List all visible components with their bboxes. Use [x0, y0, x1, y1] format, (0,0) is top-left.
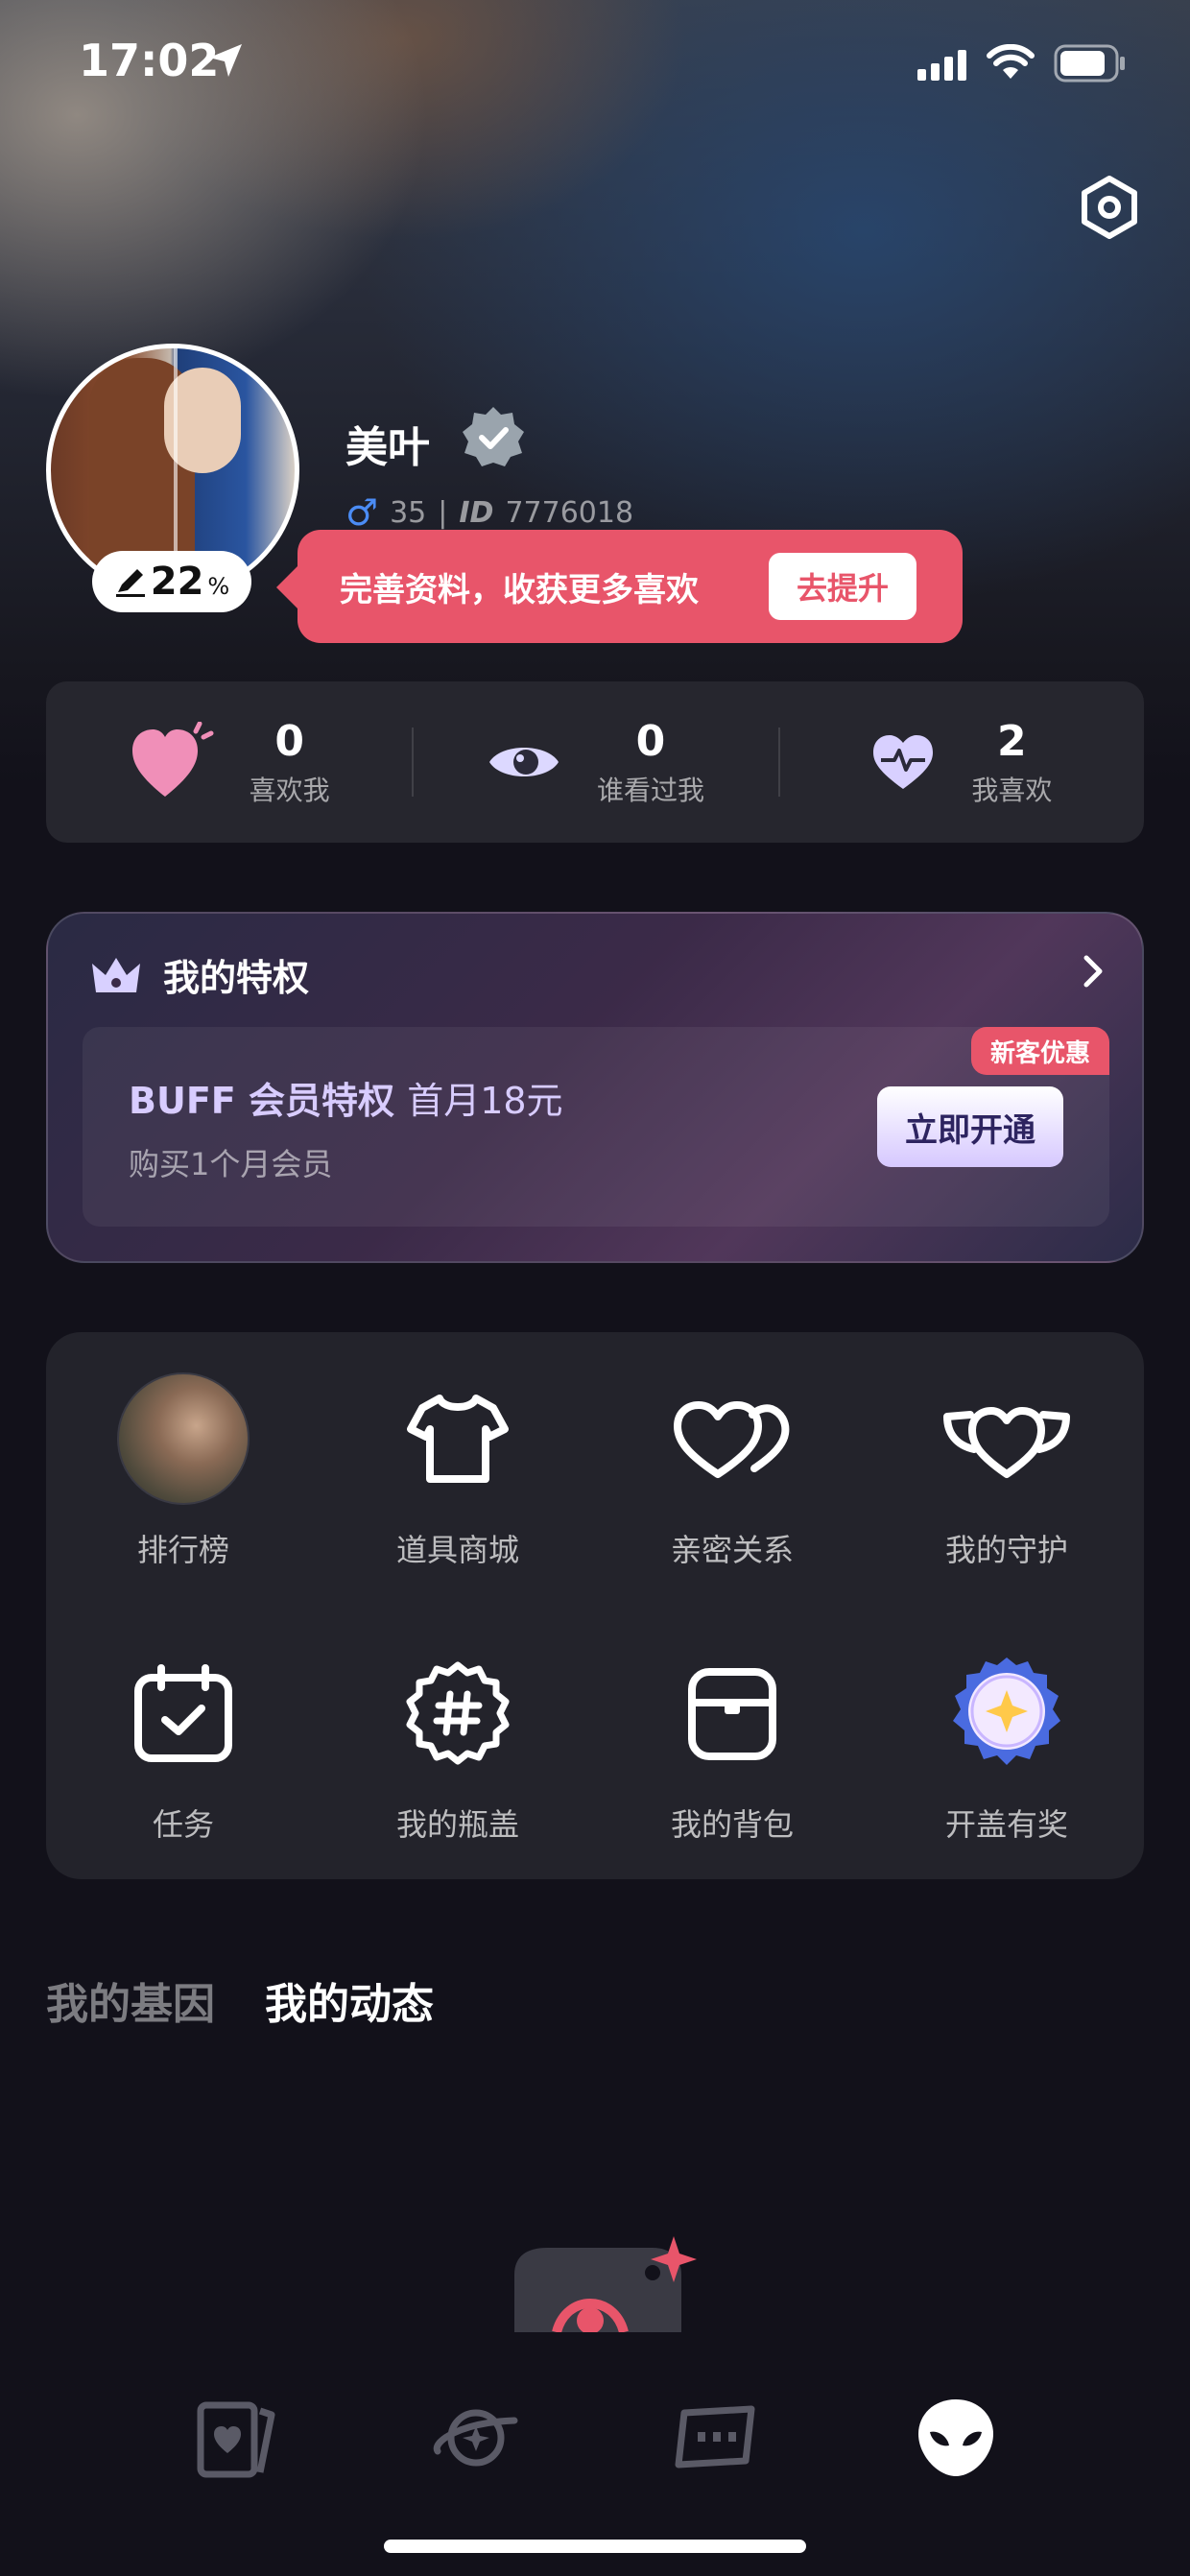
status-time: 17:02	[79, 35, 220, 86]
grid-label: 排行榜	[136, 1532, 229, 1568]
wifi-icon	[987, 44, 1035, 79]
grid-item-tasks[interactable]: 任务	[46, 1641, 321, 1845]
nav-cards[interactable]	[188, 2390, 284, 2486]
completion-value: 22	[150, 560, 204, 604]
vip-name: BUFF 会员特权	[129, 1080, 394, 1122]
battery-icon	[1054, 44, 1125, 83]
improve-button[interactable]: 去提升	[769, 553, 916, 620]
meta-separator: |	[438, 495, 448, 530]
tab-my-genes[interactable]: 我的基因	[46, 1969, 215, 2031]
male-gender-icon: ♂	[345, 491, 379, 534]
status-bar: 17:02	[0, 0, 1190, 134]
vip-subtitle: 购买1个月会员	[129, 1146, 333, 1182]
chevron-right-icon[interactable]	[1079, 952, 1107, 990]
profile-tabs: 我的基因 我的动态	[46, 1969, 434, 2031]
stat-count: 0	[635, 716, 666, 766]
alien-icon	[918, 2399, 993, 2476]
grid-item-intimacy[interactable]: 亲密关系	[595, 1367, 869, 1570]
grid-label: 我的瓶盖	[395, 1806, 519, 1843]
tip-text: 完善资料，收获更多喜欢	[340, 570, 699, 609]
nav-messages[interactable]	[668, 2390, 764, 2486]
grid-label: 道具商城	[395, 1532, 519, 1568]
grid-label: 开盖有奖	[944, 1806, 1068, 1843]
age: 35	[390, 495, 427, 530]
crown-icon	[92, 957, 140, 992]
stat-count: 0	[274, 716, 304, 766]
settings-icon[interactable]	[1075, 173, 1144, 242]
bottle-cap-icon	[406, 1661, 510, 1765]
grid-label: 任务	[152, 1806, 214, 1843]
privilege-card[interactable]: 我的特权 BUFF 会员特权 首月18元 购买1个月会员 立即开通 新客优惠	[46, 912, 1144, 1263]
complete-profile-tip[interactable]: 完善资料，收获更多喜欢 去提升	[276, 530, 963, 643]
ranking-photo	[117, 1372, 250, 1505]
user-id: 7776018	[505, 495, 634, 530]
stat-i-liked[interactable]: 2 我喜欢	[777, 681, 1144, 843]
cards-icon	[197, 2401, 275, 2478]
id-label: ID	[459, 495, 494, 530]
stat-viewed-me[interactable]: 0 谁看过我	[412, 681, 777, 843]
guard-heart-icon	[943, 1407, 1070, 1478]
backpack-icon	[688, 1668, 776, 1760]
grid-label: 我的守护	[944, 1532, 1068, 1568]
completion-unit: %	[207, 573, 230, 600]
feature-grid: 排行榜 道具商城 亲密关系 我的守护 任务 我的瓶盖 我的背包 开盖有奖	[46, 1332, 1144, 1879]
heart-icon	[131, 722, 214, 797]
grid-item-shop[interactable]: 道具商城	[321, 1367, 595, 1570]
grid-item-bottle-caps[interactable]: 我的瓶盖	[321, 1641, 595, 1845]
grid-item-guard[interactable]: 我的守护	[869, 1367, 1144, 1570]
double-heart-icon	[674, 1401, 790, 1478]
grid-item-backpack[interactable]: 我的背包	[595, 1641, 869, 1845]
stat-label: 谁看过我	[596, 774, 704, 806]
stat-count: 2	[997, 716, 1027, 766]
vip-price: 首月18元	[407, 1080, 563, 1122]
location-arrow-icon	[209, 44, 242, 77]
bottom-navigation	[0, 2332, 1190, 2576]
profile-meta: ♂ 35 | ID 7776018	[345, 491, 633, 534]
stats-card: 0 喜欢我 0 谁看过我 2 我喜欢	[46, 681, 1144, 843]
grid-label: 我的背包	[670, 1806, 794, 1843]
vip-offer[interactable]: BUFF 会员特权 首月18元 购买1个月会员 立即开通 新客优惠	[83, 1027, 1109, 1227]
grid-item-prize[interactable]: 开盖有奖	[869, 1641, 1144, 1845]
nav-profile[interactable]	[908, 2390, 1004, 2486]
username: 美叶	[345, 423, 430, 472]
empty-state-illustration	[514, 2236, 697, 2332]
nav-discover[interactable]	[428, 2390, 524, 2486]
grid-label: 亲密关系	[670, 1532, 794, 1568]
stat-label: 喜欢我	[249, 774, 330, 806]
chat-icon	[675, 2405, 755, 2469]
profile-completion-badge[interactable]: 22 %	[92, 551, 251, 612]
verified-badge-icon	[463, 407, 524, 466]
eye-icon	[488, 748, 559, 776]
tip-arrow	[276, 564, 299, 610]
signal-icon	[917, 50, 966, 81]
open-vip-button[interactable]: 立即开通	[877, 1086, 1063, 1167]
edit-pencil-icon	[115, 569, 145, 597]
home-indicator	[384, 2540, 806, 2553]
stat-label: 我喜欢	[971, 774, 1053, 806]
new-customer-badge: 新客优惠	[971, 1027, 1109, 1075]
shirt-icon	[407, 1395, 509, 1483]
grid-item-ranking[interactable]: 排行榜	[46, 1367, 321, 1570]
tab-my-posts[interactable]: 我的动态	[265, 1969, 434, 2031]
heartbeat-icon	[873, 735, 934, 789]
vip-title: BUFF 会员特权 首月18元	[129, 1071, 563, 1124]
privilege-header: 我的特权	[88, 948, 309, 1001]
planet-icon	[433, 2409, 518, 2467]
privilege-title: 我的特权	[163, 957, 310, 999]
calendar-check-icon	[134, 1664, 232, 1762]
prize-cap-icon	[953, 1658, 1060, 1765]
stat-liked-me[interactable]: 0 喜欢我	[46, 681, 412, 843]
